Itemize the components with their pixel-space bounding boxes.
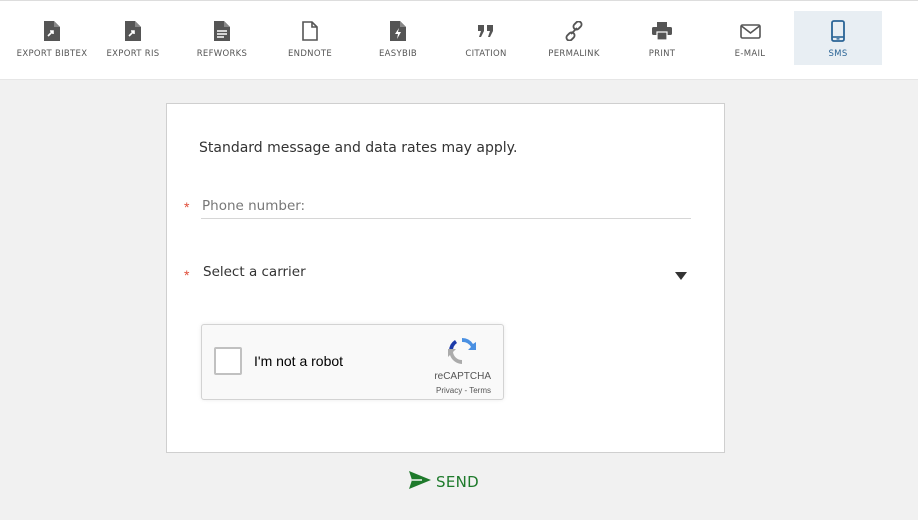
dropdown-arrow-icon[interactable] (675, 268, 687, 284)
phone-number-input[interactable] (201, 195, 691, 219)
carrier-select[interactable]: Select a carrier (203, 264, 687, 284)
mobile-phone-icon (826, 19, 850, 43)
send-label: SEND (436, 473, 479, 491)
send-button[interactable]: SEND (409, 470, 479, 494)
recaptcha-logo-icon (446, 335, 478, 372)
citation-button[interactable]: CITATION (442, 11, 530, 65)
email-label: E-MAIL (734, 49, 766, 59)
send-arrow-icon (409, 470, 431, 494)
recaptcha-terms-link[interactable]: Terms (469, 386, 491, 395)
sms-label: SMS (828, 49, 848, 59)
recaptcha-checkbox[interactable] (214, 347, 242, 375)
easybib-button[interactable]: EASYBIB (354, 11, 442, 65)
document-lines-icon (210, 19, 234, 43)
printer-icon (650, 19, 674, 43)
endnote-label: ENDNOTE (288, 49, 332, 59)
endnote-button[interactable]: ENDNOTE (266, 11, 354, 65)
sms-form-panel: Standard message and data rates may appl… (166, 103, 725, 453)
export-ris-button[interactable]: EXPORT RIS (89, 11, 177, 65)
recaptcha-widget: I'm not a robot reCAPTCHA Privacy - Term… (201, 324, 504, 400)
carrier-required-marker: * (184, 267, 190, 283)
export-bibtex-label: EXPORT BIBTEX (16, 49, 88, 59)
print-label: PRINT (648, 49, 676, 59)
citation-label: CITATION (465, 49, 507, 59)
carrier-select-value: Select a carrier (203, 264, 306, 280)
refworks-label: REFWORKS (196, 49, 248, 59)
export-file-icon (121, 19, 145, 43)
recaptcha-label: I'm not a robot (254, 353, 344, 369)
recaptcha-brand: reCAPTCHA (434, 371, 491, 382)
permalink-button[interactable]: PERMALINK (530, 11, 618, 65)
recaptcha-privacy-link[interactable]: Privacy (436, 386, 462, 395)
print-button[interactable]: PRINT (618, 11, 706, 65)
sms-button[interactable]: SMS (794, 11, 882, 65)
blank-document-icon (298, 19, 322, 43)
export-file-icon (40, 19, 64, 43)
action-toolbar: EXPORT BIBTEX EXPORT RIS REFWORKS ENDNOT… (0, 0, 918, 80)
easybib-label: EASYBIB (378, 49, 418, 59)
rates-notice: Standard message and data rates may appl… (199, 140, 518, 156)
link-icon (562, 19, 586, 43)
refworks-button[interactable]: REFWORKS (178, 11, 266, 65)
email-button[interactable]: E-MAIL (706, 11, 794, 65)
export-bibtex-button[interactable]: EXPORT BIBTEX (8, 11, 96, 65)
envelope-icon (738, 19, 762, 43)
phone-required-marker: * (184, 199, 190, 215)
recaptcha-links: Privacy - Terms (436, 386, 491, 395)
permalink-label: PERMALINK (548, 49, 600, 59)
easybib-icon (386, 19, 410, 43)
export-ris-label: EXPORT RIS (106, 49, 160, 59)
quote-icon (474, 19, 498, 43)
